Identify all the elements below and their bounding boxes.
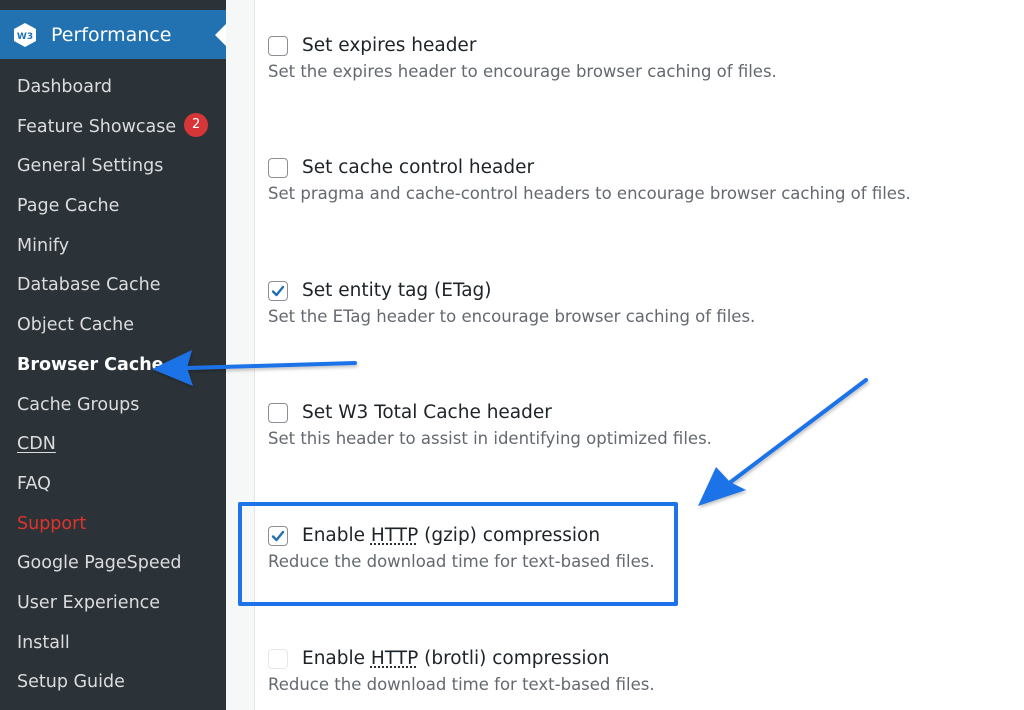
sidebar-item-label: CDN	[17, 434, 56, 455]
sidebar-item-label: Install	[17, 632, 70, 653]
sidebar-item-google-pagespeed[interactable]: Google PageSpeed	[0, 544, 226, 584]
option-description: Set the ETag header to encourage browser…	[268, 307, 756, 326]
option-label: Set entity tag (ETag)	[302, 280, 492, 301]
cache-control-header-checkbox[interactable]	[268, 158, 288, 178]
etag-checkbox[interactable]	[268, 281, 288, 301]
option-set-entity-tag: Set entity tag (ETag) Set the ETag heade…	[268, 279, 988, 326]
option-description: Reduce the download time for text-based …	[268, 675, 655, 694]
sidebar-item-cdn[interactable]: CDN	[0, 425, 226, 465]
sidebar-item-label: Dashboard	[17, 77, 112, 97]
sidebar-submenu: Dashboard Feature Showcase 2 General Sett…	[0, 68, 226, 703]
sidebar-item-feature-showcase[interactable]: Feature Showcase 2	[0, 108, 226, 148]
option-set-cache-control-header: Set cache control header Set pragma and …	[268, 156, 988, 203]
option-enable-brotli-compression: Enable HTTP (brotli) compression Reduce …	[268, 647, 988, 694]
sidebar-item-label: FAQ	[17, 473, 51, 494]
sidebar-item-dashboard[interactable]: Dashboard	[0, 68, 226, 108]
brotli-compression-checkbox[interactable]	[268, 649, 288, 669]
sidebar-item-label: Google PageSpeed	[17, 553, 182, 574]
sidebar-item-install[interactable]: Install	[0, 624, 226, 664]
w3tc-header-checkbox[interactable]	[268, 403, 288, 423]
svg-text:W3: W3	[17, 32, 33, 42]
option-label-prefix: Enable	[302, 648, 371, 669]
sidebar-item-label: Setup Guide	[17, 672, 125, 693]
sidebar-item-label: Page Cache	[17, 196, 120, 217]
sidebar-item-database-cache[interactable]: Database Cache	[0, 266, 226, 306]
sidebar-item-label: Object Cache	[17, 315, 134, 336]
option-set-w3tc-header: Set W3 Total Cache header Set this heade…	[268, 401, 988, 448]
sidebar-item-user-experience[interactable]: User Experience	[0, 584, 226, 624]
sidebar-item-setup-guide[interactable]: Setup Guide	[0, 663, 226, 703]
sidebar-item-label: Support	[17, 513, 87, 534]
option-label: Enable HTTP (brotli) compression	[302, 647, 610, 671]
page: W3 Performance Dashboard Feature Showcas…	[0, 0, 1024, 710]
option-description: Set this header to assist in identifying…	[268, 429, 712, 448]
sidebar-item-label: Browser Cache	[17, 354, 164, 375]
sidebar-item-label: Database Cache	[17, 275, 161, 296]
w3-total-cache-logo-icon: W3	[14, 23, 36, 47]
option-set-expires-header: Set expires header Set the expires heade…	[268, 34, 988, 81]
sidebar-header-performance[interactable]: W3 Performance	[0, 10, 226, 59]
option-label: Set expires header	[302, 35, 477, 56]
sidebar-item-label: Feature Showcase	[17, 116, 177, 137]
sidebar-item-general-settings[interactable]: General Settings	[0, 147, 226, 187]
sidebar-item-cache-groups[interactable]: Cache Groups	[0, 386, 226, 426]
sidebar-header-title: Performance	[51, 24, 172, 46]
option-label: Set W3 Total Cache header	[302, 402, 552, 423]
sidebar-item-faq[interactable]: FAQ	[0, 465, 226, 505]
sidebar-item-object-cache[interactable]: Object Cache	[0, 306, 226, 346]
expires-header-checkbox[interactable]	[268, 36, 288, 56]
sidebar-item-label: User Experience	[17, 592, 161, 613]
option-label-suffix: (brotli) compression	[418, 648, 610, 669]
sidebar-item-support[interactable]: Support	[0, 505, 226, 545]
sidebar-item-label: General Settings	[17, 156, 164, 177]
annotation-highlight-box	[238, 502, 678, 606]
current-menu-notch	[215, 24, 226, 46]
option-description: Set pragma and cache-control headers to …	[268, 184, 911, 203]
sidebar-item-page-cache[interactable]: Page Cache	[0, 187, 226, 227]
sidebar-item-label: Minify	[17, 235, 70, 256]
sidebar-item-label: Cache Groups	[17, 394, 140, 415]
admin-sidebar: W3 Performance Dashboard Feature Showcas…	[0, 0, 226, 710]
http-abbreviation: HTTP	[370, 648, 419, 669]
checkmark-icon	[271, 285, 285, 297]
sidebar-item-browser-cache[interactable]: Browser Cache	[0, 346, 226, 386]
sidebar-item-minify[interactable]: Minify	[0, 227, 226, 267]
option-label: Set cache control header	[302, 157, 535, 178]
notification-badge: 2	[184, 112, 209, 137]
option-description: Set the expires header to encourage brow…	[268, 62, 777, 81]
